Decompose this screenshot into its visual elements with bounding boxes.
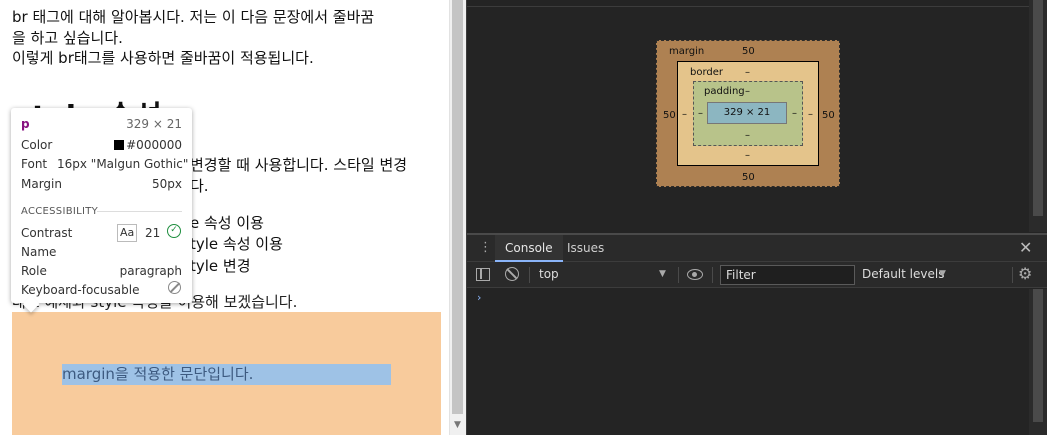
tooltip-name-label: Name: [21, 245, 57, 259]
tooltip-accessibility-heading: ACCESSIBILITY: [21, 206, 99, 217]
box-model-padding[interactable]: padding – – – – 329 × 21: [693, 81, 803, 146]
padding-top-value[interactable]: –: [745, 86, 750, 98]
contrast-aa-badge: Aa: [117, 224, 138, 242]
tooltip-color-value: #000000: [114, 138, 182, 152]
scroll-down-arrow-icon[interactable]: ▼: [449, 417, 466, 433]
box-model-margin[interactable]: margin 50 50 50 50 border – – – – paddin…: [656, 40, 840, 187]
clear-console-icon[interactable]: [505, 267, 519, 281]
inspect-tooltip: p 329 × 21 Color #000000 Font 16px "Malg…: [11, 108, 192, 303]
text-line-br-2: 을 하고 싶습니다.: [12, 29, 123, 47]
margin-right-value[interactable]: 50: [822, 110, 835, 122]
toolbar-separator: [529, 267, 530, 283]
tooltip-size: 329 × 21: [126, 117, 182, 131]
tab-console[interactable]: Console: [495, 235, 563, 262]
console-output[interactable]: ›: [467, 289, 1047, 435]
tooltip-margin-value: 50px: [152, 177, 182, 191]
console-prompt-icon[interactable]: ›: [477, 291, 481, 304]
box-model-border-label: border: [690, 67, 724, 78]
list-item-3: tyle 변경: [190, 257, 251, 275]
live-expression-eye-icon[interactable]: [687, 269, 703, 280]
border-bottom-value[interactable]: –: [745, 150, 750, 162]
page-viewport[interactable]: br 태그에 대해 알아봅시다. 저는 이 다음 문장에서 줄바꿈 을 하고 싶…: [0, 0, 449, 435]
tooltip-keyboard-label: Keyboard-focusable: [21, 283, 140, 297]
list-item-1: e 속성 이용: [190, 214, 264, 232]
more-tools-kebab-icon[interactable]: ⋮: [479, 240, 492, 256]
margin-bottom-value[interactable]: 50: [742, 172, 755, 184]
list-item-2: tyle 속성 이용: [190, 235, 283, 253]
toolbar-separator: [712, 267, 713, 283]
padding-bottom-value[interactable]: –: [745, 130, 750, 142]
tooltip-margin-label: Margin: [21, 177, 62, 191]
context-dropdown-arrow-icon[interactable]: ▼: [659, 262, 666, 287]
toolbar-separator: [678, 267, 679, 283]
tooltip-contrast-label: Contrast: [21, 226, 73, 240]
check-circle-icon: ✓: [167, 224, 181, 238]
margin-left-value[interactable]: 50: [663, 110, 676, 122]
drawer-tab-bar: ⋮ Console Issues ✕: [467, 235, 1047, 262]
tooltip-divider: [97, 211, 182, 212]
console-toolbar: top ▼ Default levels ▼ ⚙: [467, 262, 1047, 288]
paragraph-line-1: 변경할 때 사용합니다. 스타일 변경: [190, 156, 408, 174]
not-focusable-icon: [168, 281, 181, 294]
box-model-margin-label: margin: [669, 46, 705, 57]
border-left-value[interactable]: –: [682, 109, 687, 121]
margin-paragraph[interactable]: margin을 적용한 문단입니다.: [62, 364, 391, 385]
box-model-border[interactable]: border – – – – padding – – – – 329 × 21: [677, 61, 819, 166]
tooltip-role-value: paragraph: [119, 264, 182, 278]
tooltip-tag-name: p: [21, 117, 30, 131]
margin-top-value[interactable]: 50: [742, 46, 755, 58]
border-right-value[interactable]: –: [808, 109, 813, 121]
border-top-value[interactable]: –: [745, 67, 750, 79]
console-scrollbar-thumb[interactable]: [1033, 289, 1043, 422]
text-line-br-1: br 태그에 대해 알아봅시다. 저는 이 다음 문장에서 줄바꿈: [12, 8, 375, 26]
box-model-padding-label: padding: [704, 86, 745, 97]
box-model-content[interactable]: 329 × 21: [707, 102, 787, 124]
log-levels-select[interactable]: Default levels: [862, 262, 944, 287]
tab-issues[interactable]: Issues: [560, 235, 611, 262]
execution-context-select[interactable]: top: [539, 262, 677, 287]
tooltip-role-label: Role: [21, 264, 47, 278]
styles-scrollbar-thumb[interactable]: [1033, 0, 1043, 216]
console-sidebar-icon[interactable]: [476, 268, 490, 281]
tooltip-font-label: Font: [21, 157, 48, 171]
tooltip-contrast-value: 21: [145, 226, 161, 240]
page-scrollbar-thumb[interactable]: [452, 0, 463, 414]
gear-icon[interactable]: ⚙: [1018, 264, 1032, 284]
paragraph-line-2: 다.: [190, 177, 209, 195]
padding-left-value[interactable]: –: [698, 108, 703, 120]
close-drawer-icon[interactable]: ✕: [1019, 238, 1032, 258]
devtools-panel: margin 50 50 50 50 border – – – – paddin…: [466, 0, 1047, 435]
tooltip-color-text: #000000: [126, 138, 182, 152]
toolbar-separator: [1012, 267, 1013, 283]
styles-pane-divider: [467, 6, 1029, 7]
tooltip-color-label: Color: [21, 138, 53, 152]
text-line-br-3: 이렇게 br태그를 사용하면 줄바꿈이 적용됩니다.: [12, 49, 314, 67]
levels-dropdown-arrow-icon[interactable]: ▼: [939, 262, 946, 287]
color-swatch-icon: [114, 140, 125, 150]
tooltip-font-value: 16px "Malgun Gothic": [57, 157, 189, 171]
padding-right-value[interactable]: –: [792, 108, 797, 120]
console-filter-input[interactable]: [720, 265, 855, 285]
